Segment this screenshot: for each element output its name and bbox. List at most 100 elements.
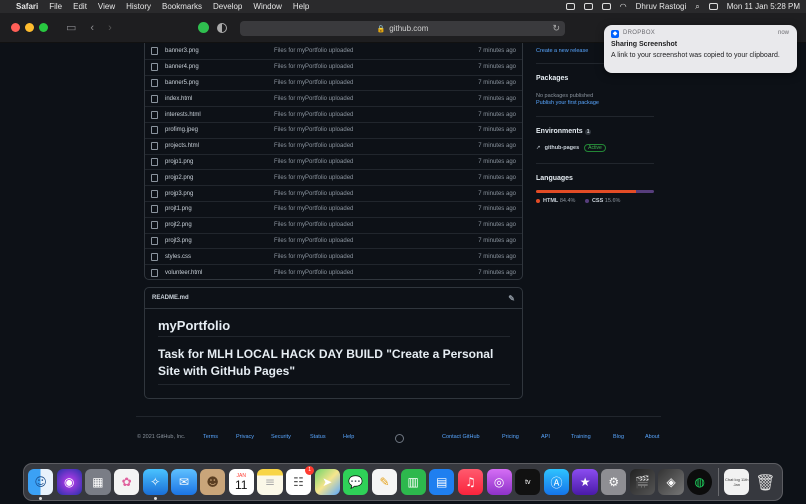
reload-icon[interactable]: ↻ (552, 23, 560, 34)
environments-title[interactable]: Environments 1 (536, 128, 592, 135)
file-name[interactable]: projp2.png (165, 175, 274, 181)
safari-icon[interactable]: ✧ (142, 469, 168, 500)
commit-message[interactable]: Files for myPortfolio uploaded (274, 80, 459, 86)
file-row[interactable]: projp3.png Files for myPortfolio uploaded… (145, 185, 522, 201)
footer-link-contact[interactable]: Contact GitHub (442, 434, 480, 440)
footer-link-pricing[interactable]: Pricing (502, 434, 519, 440)
commit-message[interactable]: Files for myPortfolio uploaded (274, 64, 459, 70)
file-name[interactable]: projp3.png (165, 191, 274, 197)
commit-message[interactable]: Files for myPortfolio uploaded (274, 238, 459, 244)
footer-link-security[interactable]: Security (271, 434, 291, 440)
commit-message[interactable]: Files for myPortfolio uploaded (274, 254, 459, 260)
dropbox-notification[interactable]: ◆ DROPBOX now Sharing Screenshot A link … (604, 25, 797, 73)
contacts-icon[interactable]: ☻ (199, 469, 226, 495)
file-row[interactable]: profimg.jpeg Files for myPortfolio upload… (145, 121, 522, 138)
menu-help[interactable]: Help (293, 2, 309, 11)
photos-app-icon[interactable]: ✿ (113, 469, 140, 495)
packages-title[interactable]: Packages (536, 75, 568, 82)
mail-icon[interactable]: ✉ (171, 469, 197, 495)
maps-icon[interactable]: ➤ (314, 469, 340, 495)
apple-tv-icon[interactable]: tv (515, 469, 541, 495)
file-name[interactable]: projp1.png (165, 159, 274, 165)
control-center-icon[interactable] (708, 3, 718, 10)
trash-icon[interactable]: 🗑 (753, 469, 778, 495)
file-row[interactable]: banner3.png Files for myPortfolio uploade… (145, 43, 522, 59)
file-row[interactable]: banner5.png Files for myPortfolio uploade… (145, 74, 522, 91)
footer-link-api[interactable]: API (541, 434, 550, 440)
file-name[interactable]: index.html (165, 96, 274, 102)
menu-bookmarks[interactable]: Bookmarks (162, 2, 202, 11)
sidebar-toggle-icon[interactable]: ▭ (66, 21, 76, 34)
commit-message[interactable]: Files for myPortfolio uploaded (274, 206, 459, 212)
battery-icon[interactable] (601, 3, 611, 10)
cloud-icon[interactable] (583, 3, 593, 10)
reminders-icon[interactable]: ☷ 1 (285, 466, 315, 495)
file-row[interactable]: banner4.png Files for myPortfolio uploade… (145, 58, 522, 75)
readme-filename[interactable]: README.md (152, 295, 189, 301)
publish-package-link[interactable]: Publish your first package (536, 100, 599, 106)
spotify-icon[interactable]: ◍ (687, 469, 713, 495)
commit-message[interactable]: Files for myPortfolio uploaded (274, 175, 459, 181)
footer-link-blog[interactable]: Blog (613, 434, 624, 440)
footer-link-about[interactable]: About (645, 434, 659, 440)
address-bar[interactable]: 🔒 github.com ↻ (240, 21, 565, 36)
commit-message[interactable]: Files for myPortfolio uploaded (274, 127, 459, 133)
file-name[interactable]: interests.html (165, 112, 274, 118)
forward-arrow-icon[interactable]: › (108, 22, 112, 34)
file-name[interactable]: banner5.png (165, 80, 274, 86)
minimize-window-button[interactable] (25, 23, 34, 32)
notes-icon[interactable]: ≡ (257, 469, 283, 495)
file-row[interactable]: styles.css Files for myPortfolio uploaded… (145, 248, 522, 264)
app-store-icon[interactable]: Ⓐ (543, 469, 570, 495)
file-row[interactable]: volunteer.html Files for myPortfolio uplo… (145, 264, 522, 279)
keynote-icon[interactable]: ▤ (429, 469, 455, 495)
system-preferences-icon[interactable]: ⚙ (601, 469, 627, 495)
file-name[interactable]: projt1.png (165, 206, 274, 212)
file-name[interactable]: banner3.png (165, 48, 274, 54)
file-name[interactable]: volunteer.html (165, 270, 274, 276)
menu-file[interactable]: File (49, 2, 62, 11)
footer-link-training[interactable]: Training (571, 434, 591, 440)
commit-message[interactable]: Files for myPortfolio uploaded (274, 159, 459, 165)
launchpad-icon[interactable]: ▦ (85, 469, 111, 495)
commit-message[interactable]: Files for myPortfolio uploaded (274, 143, 459, 149)
siri-icon[interactable]: ◉ (56, 469, 82, 495)
menu-app-name[interactable]: Safari (16, 2, 38, 11)
file-name[interactable]: projects.html (165, 143, 274, 149)
edit-pencil-icon[interactable]: ✎ (508, 294, 515, 303)
privacy-report-icon[interactable] (216, 22, 227, 33)
create-release-link[interactable]: Create a new release (536, 48, 588, 54)
podcasts-icon[interactable]: ◎ (486, 469, 512, 495)
file-row[interactable]: projects.html Files for myPortfolio uploa… (145, 137, 522, 154)
extension-icon[interactable] (197, 22, 209, 33)
file-name[interactable]: projt2.png (165, 222, 274, 228)
commit-message[interactable]: Files for myPortfolio uploaded (274, 222, 459, 228)
menu-edit[interactable]: Edit (73, 2, 87, 11)
file-row[interactable]: interests.html Files for myPortfolio uplo… (145, 106, 522, 122)
file-row[interactable]: projt3.png Files for myPortfolio uploaded… (145, 232, 522, 249)
calendar-icon[interactable]: JAN 11 (228, 469, 254, 495)
commit-message[interactable]: Files for myPortfolio uploaded (274, 96, 459, 102)
file-row[interactable]: index.html Files for myPortfolio uploaded… (145, 90, 522, 106)
finder-icon[interactable]: ☺ (28, 469, 54, 500)
file-row[interactable]: projp2.png Files for myPortfolio uploaded… (145, 169, 522, 185)
imovie-star-icon[interactable]: ★ (572, 469, 598, 495)
menu-view[interactable]: View (98, 2, 115, 11)
menu-clock[interactable]: Mon 11 Jan 5:28 PM (727, 2, 800, 11)
commit-message[interactable]: Files for myPortfolio uploaded (274, 270, 459, 276)
close-window-button[interactable] (11, 23, 20, 32)
file-name[interactable]: banner4.png (165, 64, 274, 70)
file-row[interactable]: projt2.png Files for myPortfolio uploaded… (145, 216, 522, 233)
commit-message[interactable]: Files for myPortfolio uploaded (274, 48, 459, 54)
file-row[interactable]: projt1.png Files for myPortfolio uploaded… (145, 200, 522, 217)
file-name[interactable]: styles.css (165, 254, 274, 260)
footer-link-privacy[interactable]: Privacy (236, 434, 254, 440)
search-icon[interactable]: ⌕ (695, 2, 699, 12)
language-item-html[interactable]: HTML 84.4% (536, 198, 575, 204)
freeform-icon[interactable]: ✎ (371, 469, 398, 495)
back-arrow-icon[interactable]: ‹ (90, 22, 94, 34)
commit-message[interactable]: Files for myPortfolio uploaded (274, 112, 459, 118)
menu-window[interactable]: Window (253, 2, 281, 11)
music-icon[interactable]: ♫ (457, 469, 484, 495)
file-icon[interactable]: Chat log 11th Jan (724, 469, 750, 495)
